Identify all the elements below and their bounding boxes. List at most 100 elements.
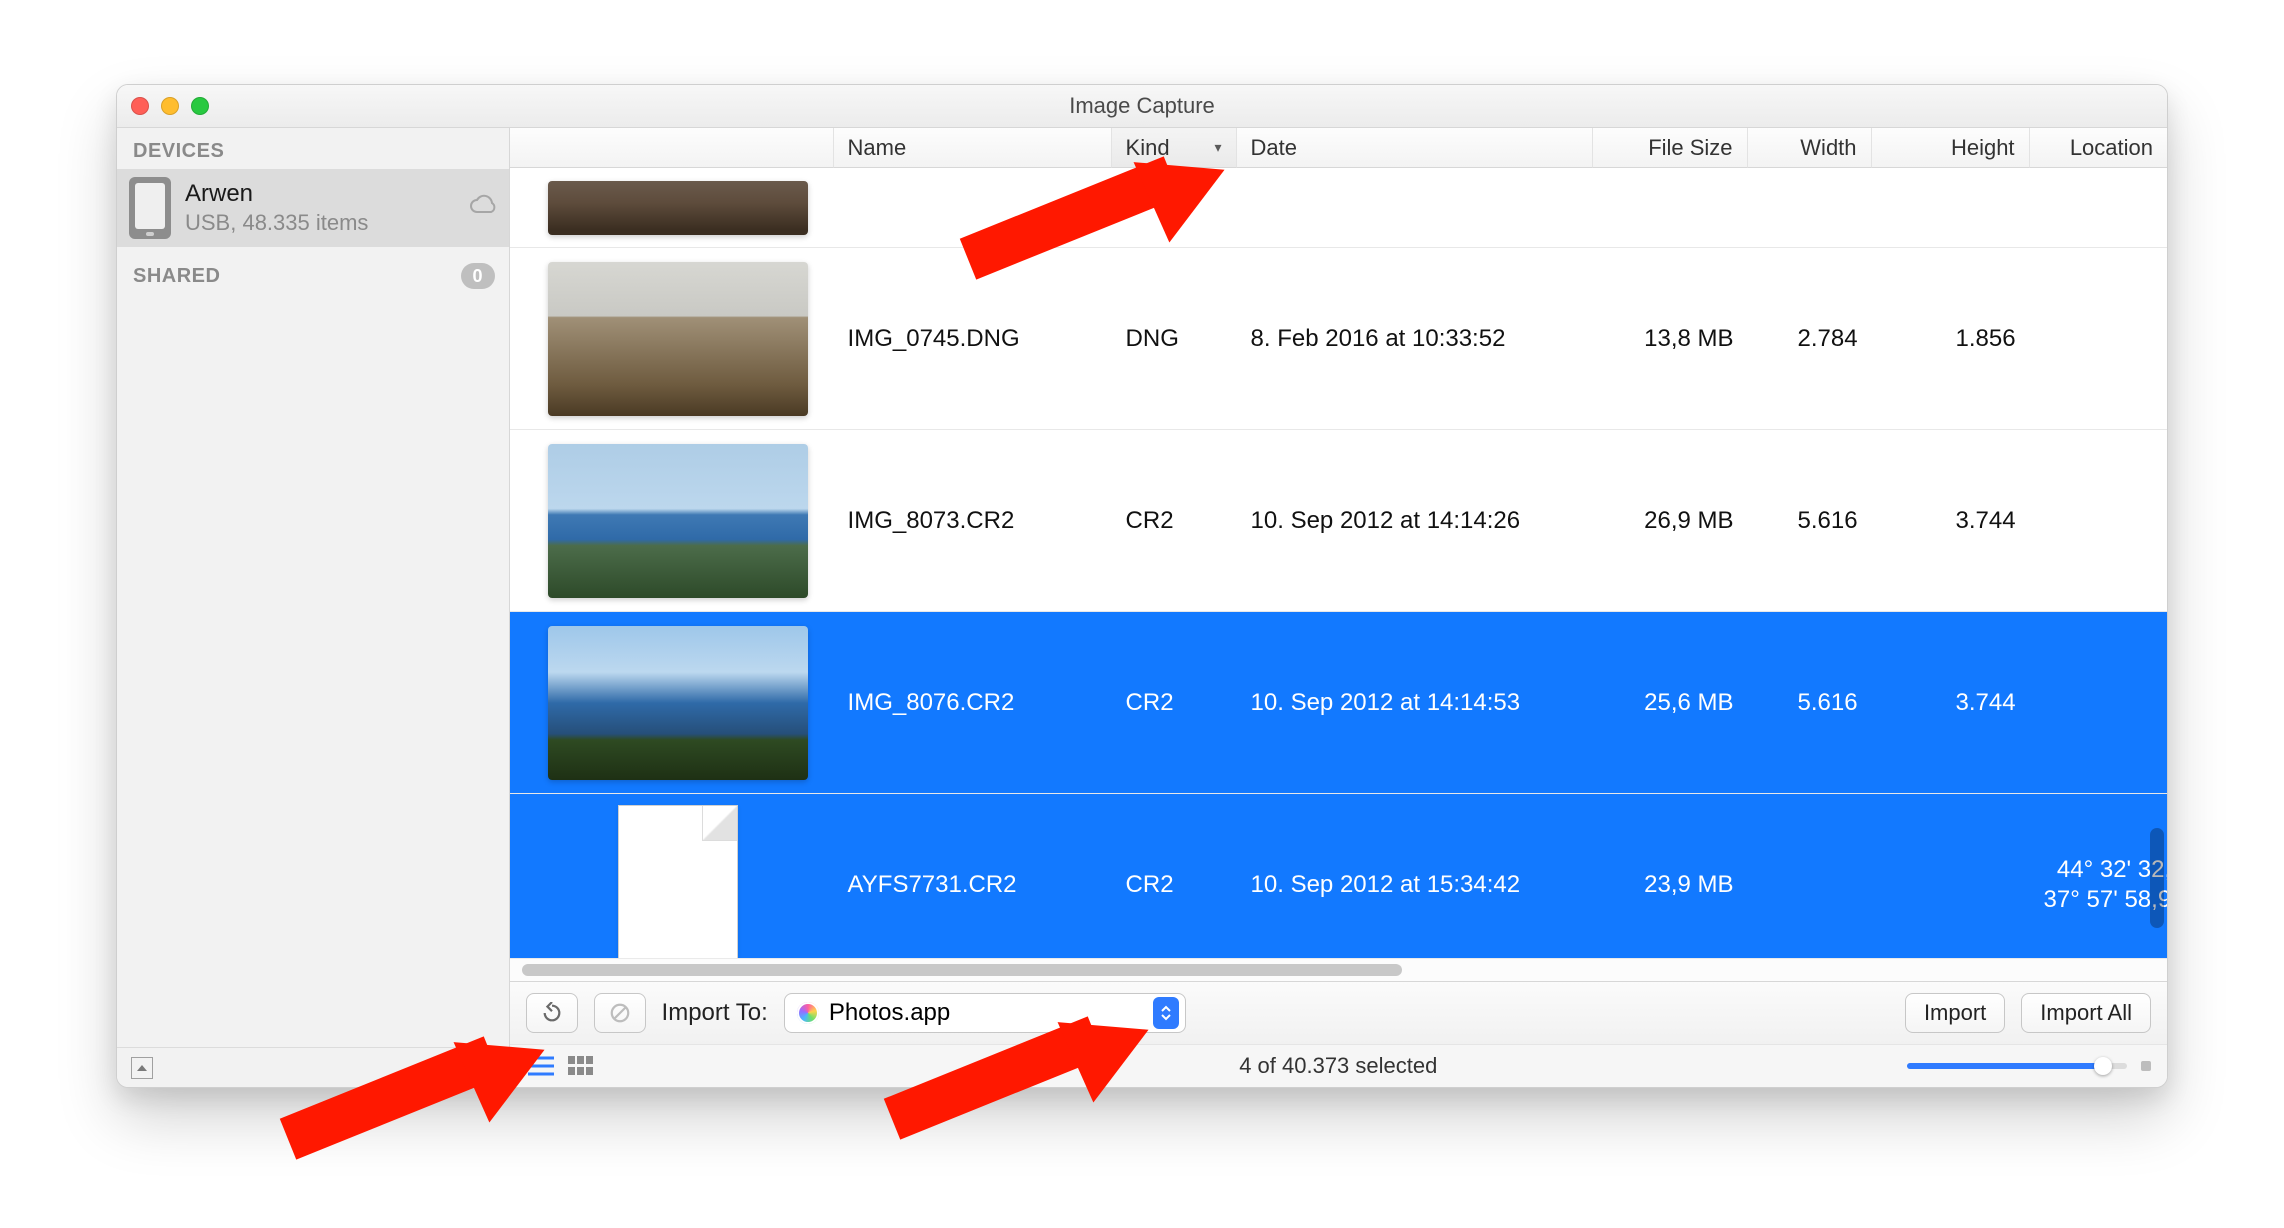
col-header-name[interactable]: Name [834,128,1112,168]
slider-max-icon [2141,1061,2151,1071]
cell-date: 10. Sep 2012 at 14:14:53 [1237,612,1593,793]
chevron-down-icon: ▾ [1215,139,1222,156]
import-all-button[interactable]: Import All [2021,993,2151,1033]
thumbnail [548,181,808,235]
cell-name: IMG_8076.CR2 [834,612,1112,793]
horizontal-scrollbar-thumb[interactable] [522,964,1402,976]
cell-filesize [1593,168,1748,247]
cell-date: 8. Feb 2016 at 10:33:52 [1237,248,1593,429]
col-header-location[interactable]: Location [2030,128,2167,168]
device-name: Arwen [185,180,469,208]
cell-filesize: 23,9 MB [1593,794,1748,958]
cell-height [1872,168,2030,247]
device-sub: USB, 48.335 items [185,210,469,236]
cell-thumb [510,248,834,429]
cell-width: 5.616 [1748,430,1872,611]
col-header-height[interactable]: Height [1872,128,2030,168]
col-header-date[interactable]: Date [1237,128,1593,168]
cell-date: 10. Sep 2012 at 15:34:42 [1237,794,1593,958]
cell-filesize: 25,6 MB [1593,612,1748,793]
cell-kind: CR2 [1112,794,1237,958]
cell-width: 5.616 [1748,612,1872,793]
cell-kind [1112,168,1237,247]
sidebar-devices-header: DEVICES [117,128,509,169]
cell-kind: CR2 [1112,430,1237,611]
cell-location [2030,248,2167,429]
import-to-value: Photos.app [829,999,950,1027]
toolbar: Import To: Photos.app Import Import All [510,981,2167,1044]
cell-height: 1.856 [1872,248,2030,429]
cell-thumb [510,612,834,793]
slider-knob[interactable] [2094,1057,2112,1075]
cell-location: 44° 32' 32,4 37° 57' 58,99 [2030,794,2167,958]
import-to-popup[interactable]: Photos.app [784,993,1186,1033]
cell-filesize: 13,8 MB [1593,248,1748,429]
col-header-width[interactable]: Width [1748,128,1872,168]
titlebar: Image Capture [117,85,2167,128]
cell-height: 3.744 [1872,430,2030,611]
thumbnail-size-slider[interactable] [1907,1063,2127,1069]
cell-name [834,168,1112,247]
horizontal-scrollbar-track[interactable] [510,958,2167,981]
cell-thumb [510,794,834,958]
cloud-icon [469,194,499,223]
table-header-row: Name Kind ▾ Date File Size Width Height … [510,128,2167,168]
cell-thumb [510,430,834,611]
import-button[interactable]: Import [1905,993,2005,1033]
cell-height [1872,794,2030,958]
thumbnail [548,626,808,780]
device-text: Arwen USB, 48.335 items [185,180,469,236]
main-panel: Name Kind ▾ Date File Size Width Height … [510,128,2167,1087]
table-row[interactable]: IMG_0745.DNGDNG8. Feb 2016 at 10:33:5213… [510,248,2167,430]
col-header-filesize[interactable]: File Size [1593,128,1748,168]
view-toggle [526,1054,596,1078]
cell-height: 3.744 [1872,612,2030,793]
rotate-button[interactable] [526,993,578,1033]
sidebar: DEVICES Arwen USB, 48.335 items SHARED 0 [117,128,510,1087]
thumbnail [618,805,738,958]
cell-date [1237,168,1593,247]
sidebar-shared-header: SHARED [133,265,220,288]
cell-location [2030,612,2167,793]
photos-app-icon [797,1002,819,1024]
cell-thumb [510,168,834,247]
window-title: Image Capture [117,93,2167,119]
status-text: 4 of 40.373 selected [1239,1053,1437,1079]
table-body: IMG_0745.DNGDNG8. Feb 2016 at 10:33:5213… [510,168,2167,958]
shared-count-badge: 0 [461,263,495,289]
popup-disclosure-icon [1153,997,1179,1029]
cell-name: IMG_0745.DNG [834,248,1112,429]
table-row[interactable]: AYFS7731.CR2CR210. Sep 2012 at 15:34:422… [510,794,2167,958]
cell-location [2030,430,2167,611]
table-row[interactable]: IMG_8076.CR2CR210. Sep 2012 at 14:14:532… [510,612,2167,794]
cell-kind: CR2 [1112,612,1237,793]
show-details-icon[interactable] [131,1057,153,1079]
col-header-kind[interactable]: Kind ▾ [1112,128,1237,168]
thumbnail [548,444,808,598]
cell-width: 2.784 [1748,248,1872,429]
vertical-scrollbar[interactable] [2150,828,2164,928]
cell-name: IMG_8073.CR2 [834,430,1112,611]
iphone-icon [129,177,171,239]
status-bar: 4 of 40.373 selected [510,1044,2167,1087]
import-to-label: Import To: [662,999,768,1027]
sidebar-footer [117,1047,509,1087]
table-row[interactable]: IMG_8073.CR2CR210. Sep 2012 at 14:14:262… [510,430,2167,612]
cell-width [1748,168,1872,247]
col-header-kind-label: Kind [1126,135,1170,161]
thumbnail [548,262,808,416]
cell-kind: DNG [1112,248,1237,429]
cell-date: 10. Sep 2012 at 14:14:26 [1237,430,1593,611]
delete-button[interactable] [594,993,646,1033]
cell-location [2030,168,2167,247]
sidebar-shared-row[interactable]: SHARED 0 [117,247,509,289]
grid-view-icon[interactable] [566,1054,596,1078]
sidebar-device-row[interactable]: Arwen USB, 48.335 items [117,169,509,247]
cell-name: AYFS7731.CR2 [834,794,1112,958]
cell-width [1748,794,1872,958]
list-view-icon[interactable] [526,1054,556,1078]
col-header-thumb[interactable] [510,128,834,168]
app-window: Image Capture DEVICES Arwen USB, 48.335 … [116,84,2168,1088]
table-row[interactable] [510,168,2167,248]
cell-filesize: 26,9 MB [1593,430,1748,611]
